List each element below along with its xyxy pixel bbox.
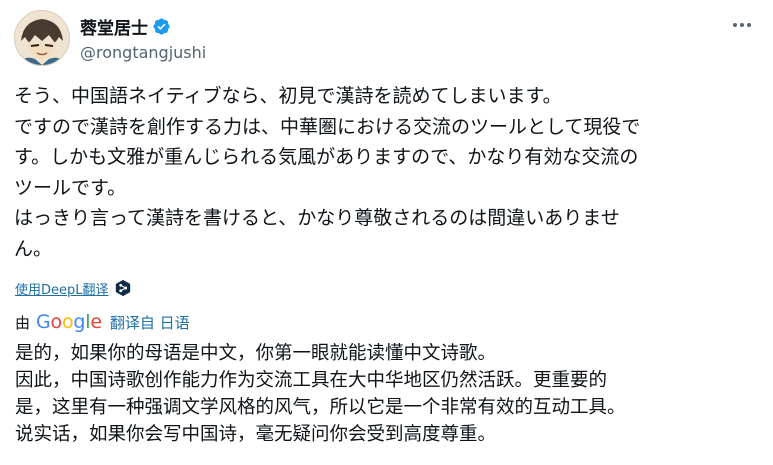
tweet-line: そう、中国語ネイティブなら、初見で漢詩を読めてしまいます。 xyxy=(14,85,562,107)
translated-by-label: 由 xyxy=(15,313,31,332)
tweet-line: す。しかも文雅が重んじられる気風がありますので、かなり有効な交流の xyxy=(14,146,639,168)
translation-line: 是，这里有一种强调文学风格的风气，所以它是一个非常有效的互动工具。 xyxy=(15,397,626,418)
tweet-line: ん。 xyxy=(14,237,53,260)
avatar-image xyxy=(15,11,69,65)
tweet-line: ですので漢詩を創作する力は、中華圏における交流のツールとして現役で xyxy=(14,115,641,138)
deepl-icon[interactable] xyxy=(114,279,132,297)
more-options-icon[interactable] xyxy=(731,14,753,36)
deepl-translate-row: 使用DeepL翻译 xyxy=(15,276,132,300)
verified-badge-icon[interactable] xyxy=(152,17,171,36)
translation-line: 说实话，如果你会写中国诗，毫无疑问你会受到高度尊重。 xyxy=(15,424,497,445)
tweet-header: 蓉堂居士 @rongtangjushi xyxy=(14,10,759,68)
google-logo: Google xyxy=(36,311,102,333)
avatar[interactable] xyxy=(14,10,70,66)
translation-line: 因此，中国诗歌创作能力作为交流工具在大中华地区仍然活跃。更重要的 xyxy=(15,370,608,391)
deepl-translate-link[interactable]: 使用DeepL翻译 xyxy=(15,279,109,298)
tweet-line: はっきり言って漢詩を書けると、かなり尊敬されるのは間違いありませ xyxy=(14,207,620,229)
translated-from-link[interactable]: 翻译自 日语 xyxy=(110,312,190,333)
translated-text: 是的，如果你的母语是中文，你第一眼就能读懂中文诗歌。 因此，中国诗歌创作能力作为… xyxy=(15,340,760,448)
author-names: 蓉堂居士 @rongtangjushi xyxy=(80,14,206,63)
tweet-text: そう、中国語ネイティブなら、初見で漢詩を読めてしまいます。 ですので漢詩を創作す… xyxy=(14,81,759,264)
tweet-line: ツールです。 xyxy=(14,176,127,199)
translation-line: 是的，如果你的母语是中文，你第一眼就能读懂中文诗歌。 xyxy=(15,343,497,364)
translation-source-row: 由 Google 翻译自 日语 xyxy=(15,309,190,335)
handle[interactable]: @rongtangjushi xyxy=(80,43,206,63)
display-name[interactable]: 蓉堂居士 xyxy=(80,14,148,39)
